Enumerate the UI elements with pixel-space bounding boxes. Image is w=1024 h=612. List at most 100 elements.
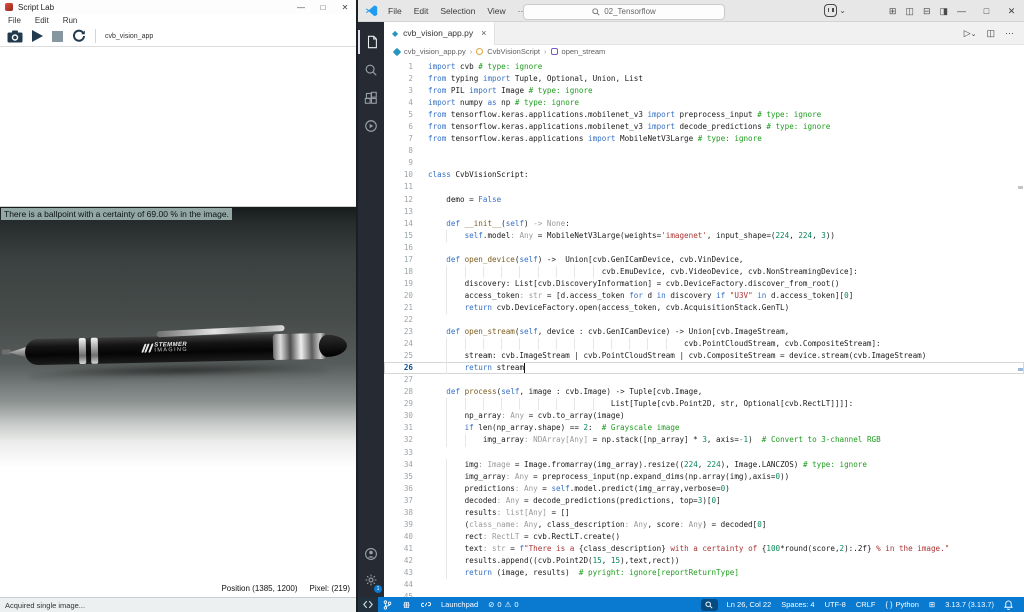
run-script-icon[interactable] [32, 30, 43, 42]
code-line[interactable]: 32 img_array: NDArray[Any] = np.stack([n… [384, 434, 1024, 446]
notifications-bell-icon[interactable] [1004, 600, 1013, 610]
code-line[interactable]: 19 discovery: List[cvb.DiscoveryInformat… [384, 278, 1024, 290]
code-line[interactable]: 14 def __init__(self) -> None: [384, 218, 1024, 230]
code-line[interactable]: 34 img: Image = Image.fromarray(img_arra… [384, 459, 1024, 471]
line-number[interactable]: 15 [384, 230, 428, 242]
line-number[interactable]: 6 [384, 121, 428, 133]
line-number[interactable]: 4 [384, 97, 428, 109]
code-line[interactable]: 20 access_token: str = [d.access_token f… [384, 290, 1024, 302]
code-text[interactable]: def open_stream(self, device : cvb.GenIC… [428, 326, 1024, 338]
line-number[interactable]: 24 [384, 338, 428, 350]
line-number[interactable]: 37 [384, 495, 428, 507]
split-editor-icon[interactable]: ◫ [986, 28, 995, 39]
code-text[interactable] [428, 157, 1024, 169]
code-text[interactable]: def open_device(self) -> Union[cvb.GenIC… [428, 254, 1024, 266]
code-text[interactable]: from tensorflow.keras.applications.mobil… [428, 121, 1024, 133]
search-status-chip[interactable] [701, 599, 718, 611]
code-text[interactable]: decoded: Any = decode_predictions(predic… [428, 495, 1024, 507]
maximize-button[interactable]: □ [312, 1, 334, 14]
stop-script-icon[interactable] [52, 31, 63, 42]
code-line[interactable]: 39 (class_name: Any, class_description: … [384, 519, 1024, 531]
code-line[interactable]: 7from tensorflow.keras.applications impo… [384, 133, 1024, 145]
line-number[interactable]: 27 [384, 374, 428, 386]
code-text[interactable]: img_array: Any = preprocess_input(np.exp… [428, 471, 1024, 483]
code-text[interactable]: self.model: Any = MobileNetV3Large(weigh… [428, 230, 1024, 242]
code-line[interactable]: 18 cvb.EmuDevice, cvb.VideoDevice, cvb.N… [384, 266, 1024, 278]
code-line[interactable]: 10class CvbVisionScript: [384, 169, 1024, 181]
encoding-item[interactable]: UTF-8 [825, 600, 846, 609]
code-text[interactable] [428, 145, 1024, 157]
menu-file[interactable]: File [388, 6, 402, 16]
code-text[interactable]: results.append((cvb.Point2D(15, 15),text… [428, 555, 1024, 567]
code-line[interactable]: 17 def open_device(self) -> Union[cvb.Ge… [384, 254, 1024, 266]
menu-run[interactable]: Run [63, 16, 78, 25]
customize-layout-icon[interactable]: ⊞ [889, 6, 897, 17]
line-number[interactable]: 34 [384, 459, 428, 471]
line-number[interactable]: 39 [384, 519, 428, 531]
line-number[interactable]: 8 [384, 145, 428, 157]
code-text[interactable]: return (image, results) # pyright: ignor… [428, 567, 1024, 579]
code-text[interactable]: discovery: List[cvb.DiscoveryInformation… [428, 278, 1024, 290]
code-text[interactable] [428, 206, 1024, 218]
snapshot-camera-icon[interactable] [7, 30, 23, 43]
code-text[interactable]: import numpy as np # type: ignore [428, 97, 1024, 109]
line-number[interactable]: 16 [384, 242, 428, 254]
line-number[interactable]: 12 [384, 194, 428, 206]
line-number[interactable]: 3 [384, 85, 428, 97]
code-text[interactable]: def process(self, image : cvb.Image) -> … [428, 386, 1024, 398]
breadcrumb-class[interactable]: CvbVisionScript [487, 47, 540, 56]
tab-close-icon[interactable]: × [481, 28, 486, 38]
code-text[interactable]: access_token: str = [d.access_token for … [428, 290, 1024, 302]
line-number[interactable]: 5 [384, 109, 428, 121]
breadcrumb-file[interactable]: cvb_vision_app.py [404, 47, 466, 56]
script-selector[interactable]: cvb_vision_app [105, 33, 153, 40]
code-text[interactable] [428, 181, 1024, 193]
code-text[interactable]: predictions: Any = self.model.predict(im… [428, 483, 1024, 495]
code-line[interactable]: 23 def open_stream(self, device : cvb.Ge… [384, 326, 1024, 338]
line-number[interactable]: 19 [384, 278, 428, 290]
toggle-sidebar-icon[interactable]: ◫ [905, 6, 914, 17]
language-item[interactable]: { } Python [885, 600, 918, 609]
close-button[interactable]: ✕ [334, 1, 356, 14]
code-line[interactable]: 21 return cvb.DeviceFactory.open(access_… [384, 302, 1024, 314]
menu-view[interactable]: View [487, 6, 505, 16]
reload-script-icon[interactable] [72, 29, 86, 43]
menu-selection[interactable]: Selection [440, 6, 475, 16]
line-number[interactable]: 28 [384, 386, 428, 398]
code-line[interactable]: 37 decoded: Any = decode_predictions(pre… [384, 495, 1024, 507]
line-number[interactable]: 21 [384, 302, 428, 314]
line-number[interactable]: 10 [384, 169, 428, 181]
code-line[interactable]: 1import cvb # type: ignore [384, 61, 1024, 73]
menu-file[interactable]: File [8, 16, 21, 25]
code-line[interactable]: 11 [384, 181, 1024, 193]
code-text[interactable]: return cvb.DeviceFactory.open(access_tok… [428, 302, 1024, 314]
code-text[interactable]: from PIL import Image # type: ignore [428, 85, 1024, 97]
maximize-button[interactable]: □ [974, 0, 999, 22]
code-text[interactable] [428, 374, 1024, 386]
code-text[interactable]: np_array: Any = cvb.to_array(image) [428, 410, 1024, 422]
code-text[interactable]: text: str = f"There is a {class_descript… [428, 543, 1024, 555]
launchpad-item[interactable]: Launchpad [441, 600, 478, 609]
line-number[interactable]: 13 [384, 206, 428, 218]
cursor-position-item[interactable]: Ln 26, Col 22 [727, 600, 772, 609]
problems-item[interactable]: ⊘0 ⚠0 [488, 600, 518, 609]
code-line[interactable]: 40 rect: RectLT = cvb.RectLT.create() [384, 531, 1024, 543]
code-text[interactable]: from tensorflow.keras.applications impor… [428, 133, 1024, 145]
indentation-item[interactable]: Spaces: 4 [781, 600, 814, 609]
line-number[interactable]: 18 [384, 266, 428, 278]
line-number[interactable]: 40 [384, 531, 428, 543]
code-text[interactable] [428, 242, 1024, 254]
line-number[interactable]: 33 [384, 447, 428, 459]
minimize-button[interactable]: — [290, 1, 312, 14]
line-number[interactable]: 1 [384, 61, 428, 73]
code-line[interactable]: 3from PIL import Image # type: ignore [384, 85, 1024, 97]
line-number[interactable]: 42 [384, 555, 428, 567]
line-number[interactable]: 43 [384, 567, 428, 579]
run-debug-icon[interactable] [358, 114, 384, 138]
eol-item[interactable]: CRLF [856, 600, 876, 609]
code-line[interactable]: 4import numpy as np # type: ignore [384, 97, 1024, 109]
code-text[interactable] [428, 579, 1024, 591]
code-editor[interactable]: 1import cvb # type: ignore2from typing i… [384, 58, 1024, 597]
code-line[interactable]: 6from tensorflow.keras.applications.mobi… [384, 121, 1024, 133]
code-line[interactable]: 33 [384, 447, 1024, 459]
